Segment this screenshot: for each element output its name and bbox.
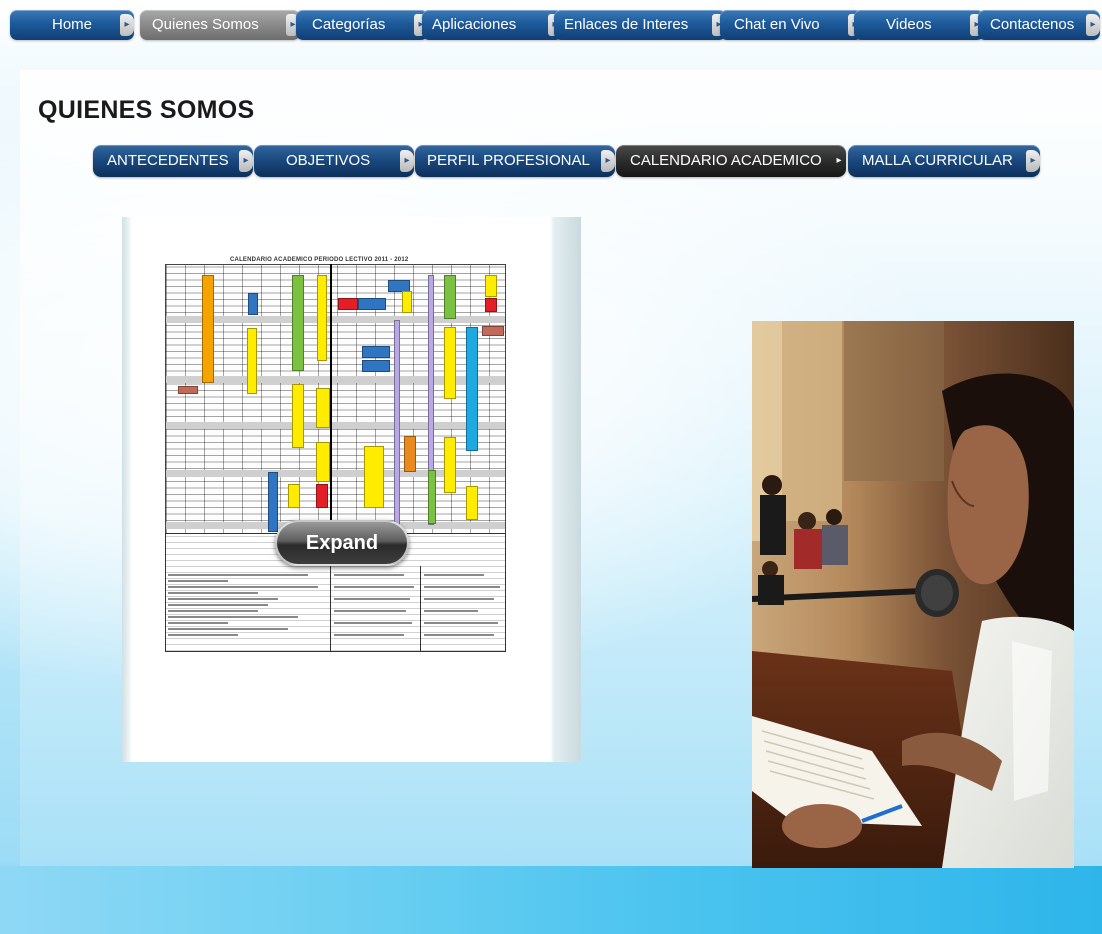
summary-text-line	[168, 592, 258, 594]
summary-text-line	[168, 586, 318, 588]
calendar-event-bar	[444, 275, 456, 319]
summary-text-line	[168, 580, 228, 582]
calendar-event-bar	[316, 484, 328, 508]
calendar-event-bar	[402, 291, 412, 313]
page-title: QUIENES SOMOS	[38, 96, 255, 124]
subnav-calendario-academico[interactable]: CALENDARIO ACADEMICO ▸	[616, 145, 846, 177]
nav-categorias[interactable]: Categorías ▸	[296, 10, 428, 40]
calendar-event-bar	[444, 327, 456, 399]
summary-text-line	[424, 574, 484, 576]
week-separator	[166, 422, 505, 429]
calendar-event-bar	[178, 386, 198, 394]
nav-aplicaciones-label: Aplicaciones	[432, 16, 517, 33]
summary-text-line	[424, 610, 478, 612]
summary-text-line	[168, 634, 238, 636]
calendar-event-bar	[317, 275, 327, 361]
subnav-objetivos-label: OBJETIVOS	[286, 152, 371, 169]
summary-text-line	[424, 634, 494, 636]
calendar-event-bar	[247, 328, 257, 394]
calendar-event-bar	[362, 346, 390, 358]
calendar-event-bar	[362, 360, 390, 372]
subnav-perfil-profesional[interactable]: PERFIL PROFESIONAL ▸	[415, 145, 615, 177]
summary-text-line	[168, 622, 228, 624]
chevron-right-icon: ▸	[120, 14, 134, 36]
summary-text-line	[168, 610, 258, 612]
calendar-event-bar	[364, 446, 384, 508]
subnav-perfil-profesional-label: PERFIL PROFESIONAL	[427, 152, 590, 169]
nav-enlaces-label: Enlaces de Interes	[564, 16, 689, 33]
summary-divider	[420, 566, 421, 652]
nav-aplicaciones[interactable]: Aplicaciones ▸	[422, 10, 562, 40]
expand-button[interactable]: Expand	[275, 520, 409, 566]
summary-text-line	[168, 574, 308, 576]
calendar-event-bar	[444, 437, 456, 493]
summary-divider	[330, 566, 331, 652]
chevron-right-icon: ▸	[1026, 150, 1040, 172]
calendar-event-bar	[248, 293, 258, 315]
calendar-event-bar	[292, 275, 304, 371]
calendar-event-bar	[316, 388, 330, 428]
summary-text-line	[168, 598, 278, 600]
nav-quienes-somos[interactable]: Quienes Somos ▸	[140, 10, 300, 40]
summary-text-line	[334, 634, 404, 636]
calendar-event-bar	[428, 470, 436, 524]
nav-contactenos[interactable]: Contactenos ▸	[978, 10, 1100, 40]
footer-band	[0, 866, 1102, 934]
student-speaking-photo	[752, 321, 1074, 868]
subnav-malla-curricular[interactable]: MALLA CURRICULAR ▸	[848, 145, 1040, 177]
summary-text-line	[424, 598, 494, 600]
summary-text-line	[334, 586, 414, 588]
calendar-event-bar	[394, 320, 400, 540]
nav-videos-label: Videos	[886, 16, 932, 33]
calendar-event-bar	[338, 298, 358, 310]
chevron-right-icon: ▸	[239, 150, 253, 172]
summary-text-line	[334, 574, 404, 576]
calendar-event-bar	[316, 442, 330, 482]
summary-text-line	[168, 604, 268, 606]
nav-chat-label: Chat en Vivo	[734, 16, 820, 33]
nav-home[interactable]: Home ▸	[10, 10, 134, 40]
photo-illustration	[752, 321, 1074, 868]
summary-text-line	[334, 622, 412, 624]
calendar-event-bar	[292, 384, 304, 448]
nav-home-label: Home	[52, 16, 93, 33]
nav-contactenos-label: Contactenos	[990, 16, 1075, 33]
calendar-event-bar	[485, 275, 497, 297]
nav-enlaces[interactable]: Enlaces de Interes ▸	[554, 10, 726, 40]
subnav-malla-curricular-label: MALLA CURRICULAR	[862, 152, 1013, 169]
chevron-right-icon: ▸	[601, 150, 615, 172]
summary-text-line	[334, 598, 410, 600]
summary-text-line	[424, 622, 498, 624]
calendar-event-bar	[358, 298, 386, 310]
subnav-antecedentes-label: ANTECEDENTES	[107, 152, 229, 169]
chevron-right-icon: ▸	[400, 150, 414, 172]
chevron-right-icon: ▸	[836, 155, 842, 166]
calendar-event-bar	[404, 436, 416, 472]
summary-text-line	[334, 610, 406, 612]
calendar-title: CALENDARIO ACADEMICO PERIODO LECTIVO 201…	[230, 257, 409, 263]
summary-text-line	[424, 586, 500, 588]
chevron-right-icon: ▸	[1086, 14, 1100, 36]
calendar-event-bar	[466, 327, 478, 451]
nav-quienes-somos-label: Quienes Somos	[152, 16, 259, 33]
calendar-event-bar	[482, 326, 504, 336]
calendar-event-bar	[202, 275, 214, 383]
summary-text-line	[168, 628, 288, 630]
calendar-event-bar	[485, 298, 497, 312]
nav-categorias-label: Categorías	[312, 16, 386, 33]
subnav-objetivos[interactable]: OBJETIVOS ▸	[254, 145, 414, 177]
calendar-event-bar	[288, 484, 300, 508]
summary-text-line	[168, 616, 298, 618]
subnav-antecedentes[interactable]: ANTECEDENTES ▸	[93, 145, 253, 177]
calendar-event-bar	[466, 486, 478, 520]
nav-chat[interactable]: Chat en Vivo ▸	[720, 10, 862, 40]
subnav-calendario-academico-label: CALENDARIO ACADEMICO	[630, 152, 822, 169]
nav-videos[interactable]: Videos ▸	[854, 10, 984, 40]
calendar-event-bar	[268, 472, 278, 532]
